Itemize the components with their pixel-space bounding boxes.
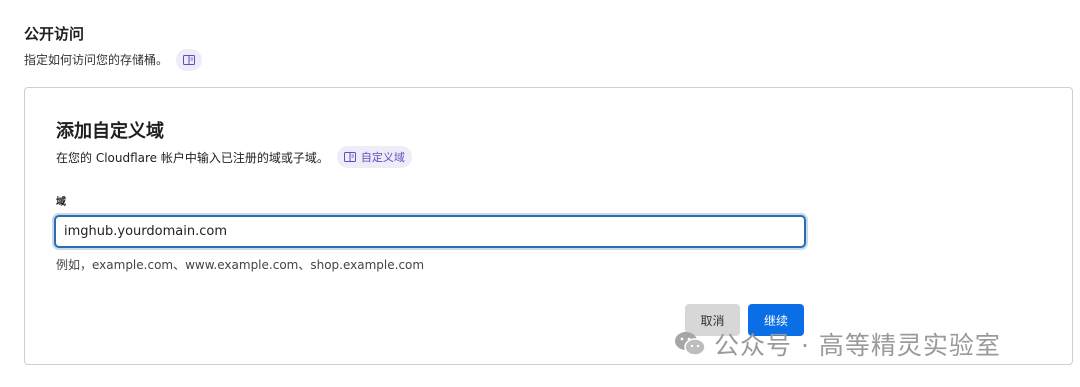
domain-hint: 例如，example.com、www.example.com、shop.exam… (56, 258, 425, 272)
watermark-text: 公众号 · 高等精灵实验室 (714, 331, 1001, 360)
section-description: 指定如何访问您的存储桶。 (24, 48, 203, 72)
docs-link-chip[interactable] (176, 49, 203, 71)
section-title: 公开访问 (24, 25, 85, 43)
section-description-text: 指定如何访问您的存储桶。 (24, 53, 169, 67)
book-icon (343, 152, 356, 162)
dialog-title: 添加自定义域 (56, 121, 164, 142)
domain-input[interactable] (54, 215, 806, 248)
dialog-description: 在您的 Cloudflare 帐户中输入已注册的域或子域。 自定义域 (56, 146, 412, 168)
dialog-description-text: 在您的 Cloudflare 帐户中输入已注册的域或子域。 (56, 150, 329, 165)
custom-domain-docs-link[interactable]: 自定义域 (336, 146, 412, 168)
wechat-logo (675, 332, 706, 356)
docs-link-label: 自定义域 (360, 151, 405, 164)
watermark: 公众号 · 高等精灵实验室 (674, 324, 1001, 364)
book-icon (183, 55, 196, 65)
domain-field-label: 域 (56, 197, 66, 208)
